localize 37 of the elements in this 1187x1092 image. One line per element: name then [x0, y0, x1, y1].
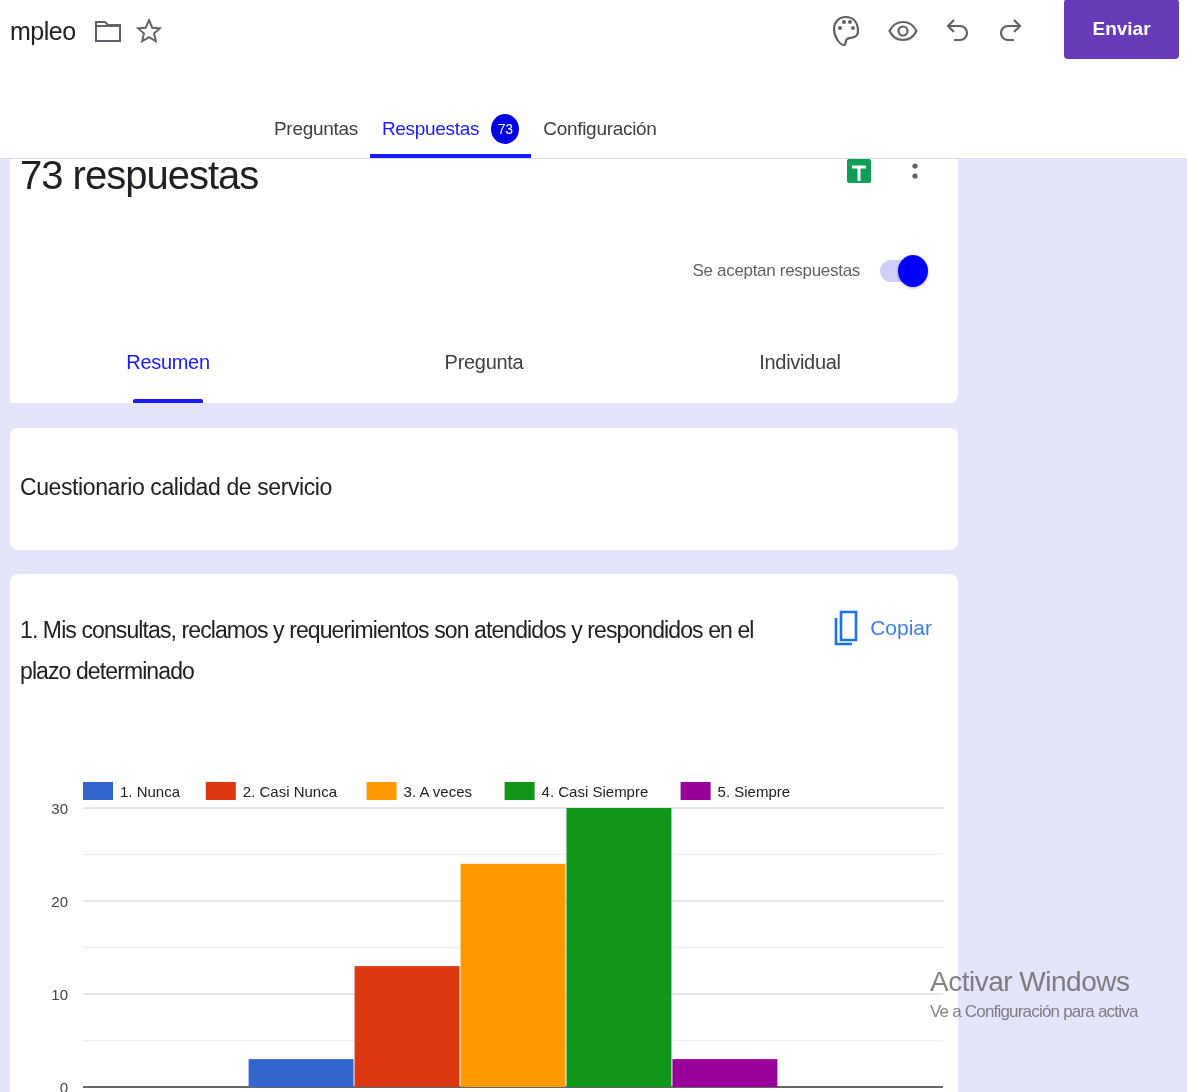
legend-item: 2. Casi Nunca [205, 782, 337, 800]
count-badge: 73 [491, 114, 520, 144]
tab[interactable]: Configuración [531, 102, 669, 158]
undo-icon[interactable] [946, 18, 970, 44]
redo-icon[interactable] [998, 18, 1022, 44]
axis-label: 30 [51, 800, 68, 817]
view-tab[interactable]: Individual [642, 347, 958, 403]
legend-label: 5. Siempre [717, 783, 791, 800]
activation-notice-title: Activar Windows [930, 966, 1131, 998]
legend-label: 2. Casi Nunca [242, 783, 338, 800]
folder-icon[interactable] [93, 19, 122, 43]
spreadsheet-icon[interactable] [847, 159, 871, 183]
star-icon[interactable] [135, 18, 162, 44]
section-title: Cuestionario calidad de servicio [20, 474, 333, 501]
axis-label: 10 [51, 986, 68, 1003]
form-title: mpleo [10, 16, 76, 46]
view-tab[interactable]: Resumen [10, 347, 326, 403]
legend-item: 3. A veces [366, 782, 472, 800]
tab[interactable]: Preguntas [262, 102, 370, 158]
view-tab[interactable]: Pregunta [326, 347, 642, 403]
eye-icon[interactable] [888, 20, 918, 42]
legend-item: 4. Casi Siempre [504, 782, 649, 800]
send-button[interactable]: Enviar [1064, 0, 1179, 59]
accepting-toggle[interactable] [880, 255, 928, 287]
legend-label: 4. Casi Siempre [541, 783, 649, 800]
question-title: 1. Mis consultas, reclamos y requerimientos son atendidos y respondidos en el plazo determinado [20, 616, 755, 686]
activation-notice-text: Ve a Configuración para activa [930, 1002, 1138, 1022]
accepting-label: Se aceptan respuestas [692, 261, 860, 281]
copy-button[interactable]: Copiar [834, 610, 932, 646]
legend-label: 1. Nunca [120, 783, 181, 800]
legend-item: 1. Nunca [83, 782, 181, 800]
response-count: 73 respuestas [20, 153, 259, 198]
legend-label: 3. A veces [403, 783, 472, 800]
copy-icon [834, 610, 859, 646]
legend-item: 5. Siempre [680, 782, 791, 800]
palette-icon[interactable] [832, 15, 860, 47]
axis-label: 20 [51, 893, 68, 910]
